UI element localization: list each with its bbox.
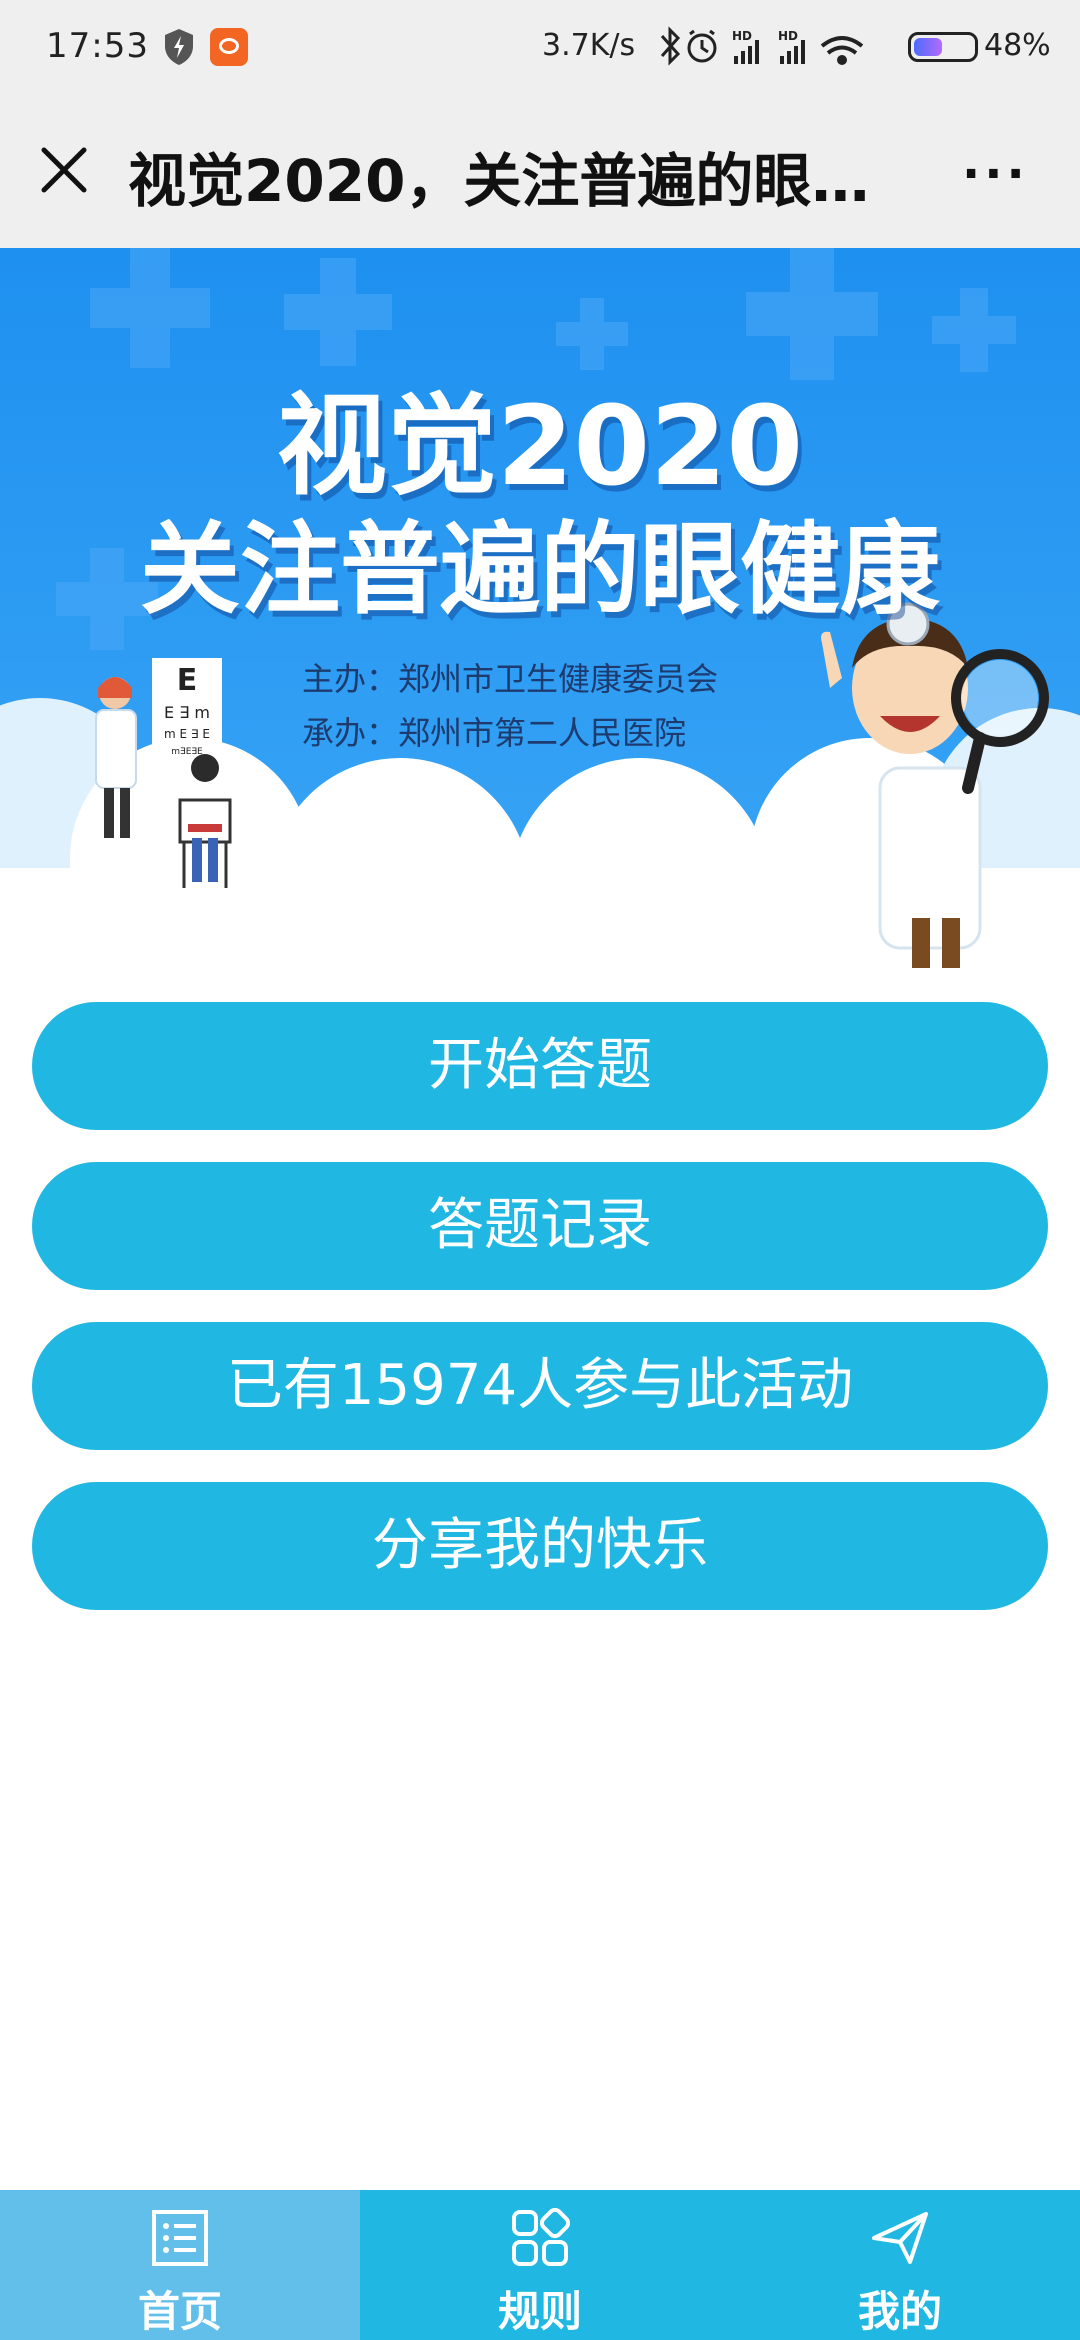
battery-icon	[908, 32, 978, 62]
paper-plane-icon	[872, 2212, 928, 2264]
app-notification-icon	[210, 28, 248, 66]
svg-text:E: E	[177, 663, 198, 698]
more-menu-button[interactable]: ···	[962, 146, 1029, 202]
share-button[interactable]: 分享我的快乐	[32, 1482, 1048, 1610]
shield-icon	[165, 29, 193, 65]
nav-label-mine: 我的	[857, 2287, 942, 2336]
nav-label-home: 首页	[137, 2287, 222, 2336]
banner-organizer: 主办：郑州市卫生健康委员会	[302, 660, 719, 698]
nav-item-mine[interactable]: 我的	[720, 2190, 1080, 2340]
signal-hd-icon: HD	[778, 29, 805, 64]
bottom-nav: 首页 规则 我的	[0, 2190, 1080, 2340]
svg-text:HD: HD	[778, 29, 798, 43]
grid-icon	[512, 2208, 570, 2266]
nav-label-rules: 规则	[497, 2287, 582, 2336]
banner-title-line2: 关注普遍的眼健康	[140, 511, 940, 628]
participants-count-button[interactable]: 已有15974人参与此活动	[32, 1322, 1048, 1450]
status-bar: 17:53 3.7K/s HD HD 48%	[0, 0, 1080, 96]
start-quiz-button[interactable]: 开始答题	[32, 1002, 1048, 1130]
status-icons: HD HD	[660, 26, 864, 66]
svg-text:m E ∃ E: m E ∃ E	[164, 727, 210, 741]
alarm-icon	[687, 29, 717, 63]
net-speed: 3.7K/s	[542, 28, 636, 63]
svg-text:HD: HD	[732, 29, 752, 43]
bluetooth-icon	[660, 26, 681, 66]
quiz-history-button[interactable]: 答题记录	[32, 1162, 1048, 1290]
status-time: 17:53	[46, 26, 149, 66]
nav-item-home[interactable]: 首页	[0, 2190, 360, 2340]
svg-text:E ∃ m: E ∃ m	[164, 703, 210, 722]
signal-hd-icon: HD	[732, 29, 759, 64]
close-icon[interactable]	[36, 142, 92, 198]
svg-text:m∃E∃E: m∃E∃E	[171, 747, 203, 757]
nav-item-rules[interactable]: 规则	[360, 2190, 720, 2340]
list-icon	[152, 2210, 208, 2266]
battery-percent: 48%	[984, 28, 1051, 63]
title-bar: 视觉2020，关注普遍的眼… ···	[0, 96, 1080, 248]
wifi-icon	[820, 36, 864, 65]
page-title: 视觉2020，关注普遍的眼…	[128, 147, 870, 215]
hero-banner: E E ∃ m m E ∃ E m∃E∃E 视觉2020 关注普遍的眼健康 主办…	[0, 248, 1080, 968]
banner-co-organizer: 承办：郑州市第二人民医院	[302, 714, 687, 752]
